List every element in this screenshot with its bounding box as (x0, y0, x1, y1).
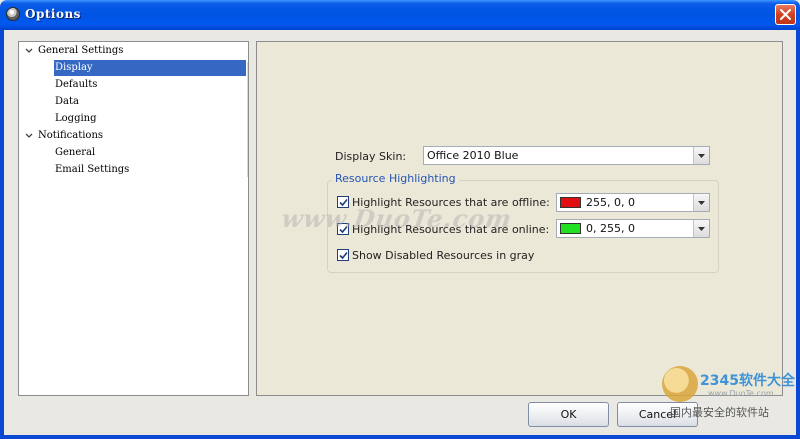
tree-node-general[interactable]: General (54, 145, 204, 161)
chevron-down-icon[interactable] (24, 128, 34, 144)
online-color-swatch (560, 223, 581, 234)
dropdown-button[interactable] (693, 220, 709, 237)
watermark-text: www.DuoTe.com (279, 204, 514, 233)
tree-node-general-settings[interactable]: General Settings (19, 43, 247, 59)
online-color-select[interactable]: 0, 255, 0 (556, 219, 710, 238)
ok-button[interactable]: OK (528, 402, 609, 427)
tree-node-logging[interactable]: Logging (54, 111, 204, 127)
chevron-down-icon (698, 153, 705, 158)
tree-node-label: Data (55, 96, 79, 107)
tree-node-label: Email Settings (55, 164, 130, 175)
tree-node-label: General (55, 147, 96, 158)
close-button[interactable] (775, 4, 796, 25)
tree-node-notifications[interactable]: Notifications (19, 128, 219, 144)
offline-color-swatch (560, 197, 581, 208)
settings-tree[interactable]: General Settings Display Defaults Data L… (18, 41, 249, 396)
watermark-slogan: 国内最安全的软件站 (670, 406, 769, 419)
watermark-brand: 2345软件大全 (700, 373, 795, 389)
display-skin-select[interactable]: Office 2010 Blue (423, 146, 710, 165)
chevron-down-icon[interactable] (24, 43, 34, 59)
tree-node-data[interactable]: Data (54, 94, 204, 110)
close-icon (780, 9, 791, 20)
resource-highlighting-title: Resource Highlighting (332, 172, 459, 185)
window-frame-left (0, 30, 4, 439)
checkmark-icon (338, 251, 348, 259)
tree-node-label: Display (55, 62, 93, 73)
window-title: Options (25, 7, 81, 21)
dropdown-button[interactable] (693, 147, 709, 164)
tree-node-display[interactable]: Display (54, 60, 246, 76)
tree-node-label: Logging (55, 113, 97, 124)
watermark-logo: 2345软件大全 www.DuoTe.com 国内最安全的软件站 (660, 362, 800, 439)
app-icon (6, 7, 20, 21)
dropdown-button[interactable] (693, 194, 709, 211)
mascot-icon (662, 366, 698, 402)
tree-node-defaults[interactable]: Defaults (54, 77, 204, 93)
tree-node-label: Notifications (38, 130, 104, 141)
title-bar: Options (0, 0, 800, 30)
chevron-down-icon (698, 200, 705, 205)
tree-scroll-divider (247, 62, 248, 177)
online-color-value: 0, 255, 0 (586, 222, 635, 235)
show-disabled-checkbox[interactable] (337, 249, 349, 261)
tree-node-label: Defaults (55, 79, 98, 90)
watermark-url: www.DuoTe.com (708, 389, 774, 398)
tree-node-email-settings[interactable]: Email Settings (54, 162, 204, 178)
offline-color-value: 255, 0, 0 (586, 196, 635, 209)
display-skin-value: Office 2010 Blue (427, 149, 519, 162)
chevron-down-icon (698, 226, 705, 231)
offline-color-select[interactable]: 255, 0, 0 (556, 193, 710, 212)
show-disabled-label: Show Disabled Resources in gray (352, 249, 535, 262)
display-skin-label: Display Skin: (335, 150, 407, 163)
tree-node-label: General Settings (38, 45, 124, 56)
